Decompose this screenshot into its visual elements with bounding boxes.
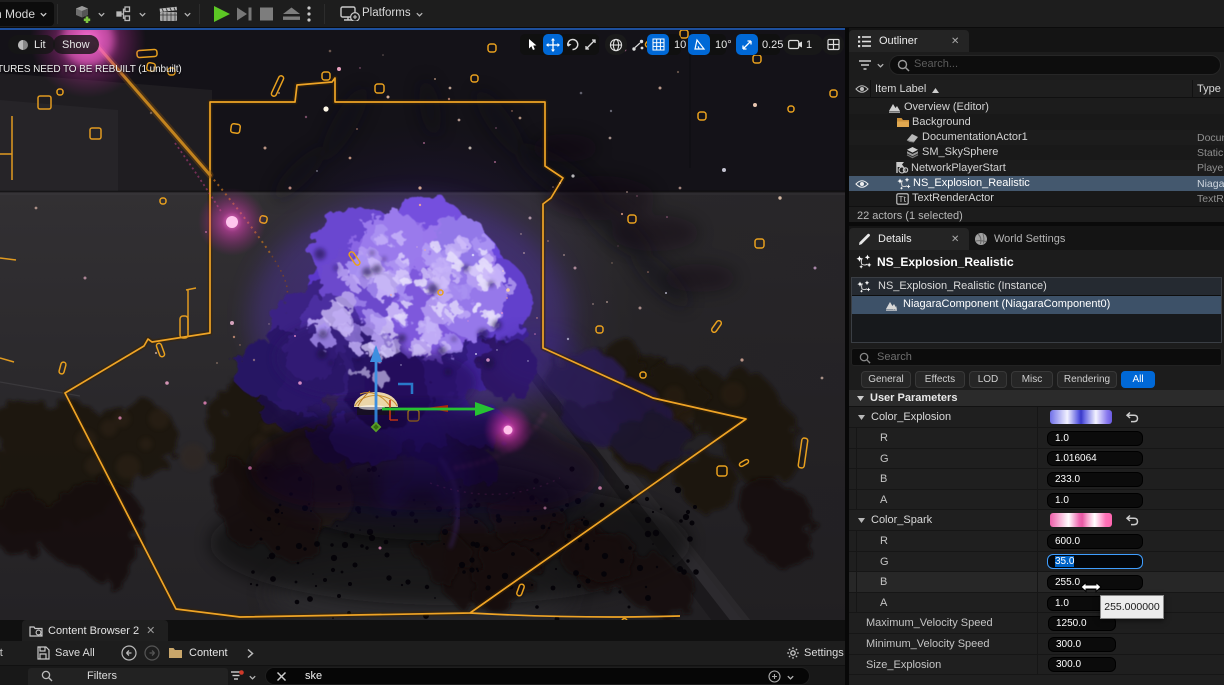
svg-text:Tt: Tt xyxy=(898,194,906,204)
svg-text:N: N xyxy=(893,307,897,312)
